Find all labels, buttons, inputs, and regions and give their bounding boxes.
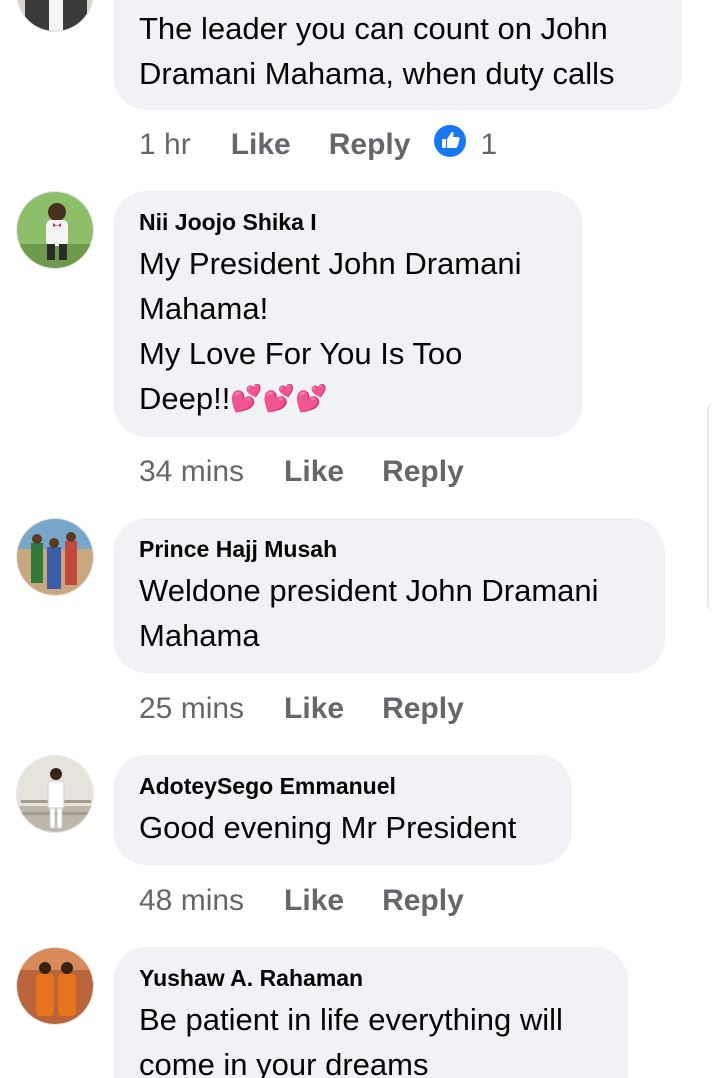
comment-bubble: AdoteySego Emmanuel Good evening Mr Pres…	[113, 755, 572, 865]
like-button[interactable]: Like	[284, 455, 344, 489]
avatar[interactable]	[16, 191, 94, 269]
comment-author[interactable]: Nii Joojo Shika I	[139, 209, 557, 235]
comments-page: The leader you can count on John Dramani…	[0, 0, 715, 1078]
comment-text: Good evening Mr President	[139, 810, 517, 845]
comment-author[interactable]: AdoteySego Emmanuel	[139, 773, 546, 799]
comment-bubble: Prince Hajj Musah Weldone president John…	[113, 518, 665, 673]
comment-timestamp: 25 mins	[139, 692, 245, 725]
comment-actions: 34 mins Like Reply	[139, 452, 502, 492]
reply-button[interactable]: Reply	[329, 128, 411, 162]
two-hearts-emoji: 💕💕💕	[230, 383, 328, 413]
comment-actions: 25 mins Like Reply	[139, 689, 502, 729]
avatar[interactable]	[16, 518, 94, 596]
like-button[interactable]: Like	[231, 128, 291, 162]
comment-bubble: The leader you can count on John Dramani…	[113, 0, 682, 110]
comment-bubble: Yushaw A. Rahaman Be patient in life eve…	[113, 947, 628, 1078]
comment-text: Weldone president John Dramani Mahama	[139, 573, 599, 653]
avatar[interactable]	[16, 947, 94, 1025]
avatar[interactable]	[16, 0, 94, 32]
comment-timestamp: 48 mins	[139, 884, 245, 917]
comment-timestamp: 1 hr	[139, 128, 191, 161]
reaction-badge[interactable]: 1	[434, 125, 497, 165]
comment-author[interactable]: Prince Hajj Musah	[139, 536, 639, 562]
comment-timestamp: 34 mins	[139, 455, 245, 488]
comment-text: Be patient in life everything will come …	[139, 1002, 563, 1078]
like-button[interactable]: Like	[284, 692, 344, 726]
like-button[interactable]: Like	[284, 884, 344, 918]
scrollbar[interactable]	[707, 402, 715, 612]
reply-button[interactable]: Reply	[382, 455, 464, 489]
comment-text: The leader you can count on John Dramani…	[139, 11, 615, 91]
comment-actions: 1 hr Like Reply 1	[139, 125, 497, 165]
reply-button[interactable]: Reply	[382, 884, 464, 918]
comment-actions: 48 mins Like Reply	[139, 881, 502, 921]
reply-button[interactable]: Reply	[382, 692, 464, 726]
thumbs-up-icon	[434, 125, 467, 165]
comment-author[interactable]: Yushaw A. Rahaman	[139, 965, 602, 991]
comment-text-line: My President John Dramani Mahama!	[139, 246, 522, 326]
avatar[interactable]	[16, 755, 94, 833]
reaction-count: 1	[480, 128, 498, 161]
comment-text: My President John Dramani Mahama! My Lov…	[139, 241, 557, 421]
comment-bubble: Nii Joojo Shika I My President John Dram…	[113, 191, 583, 437]
